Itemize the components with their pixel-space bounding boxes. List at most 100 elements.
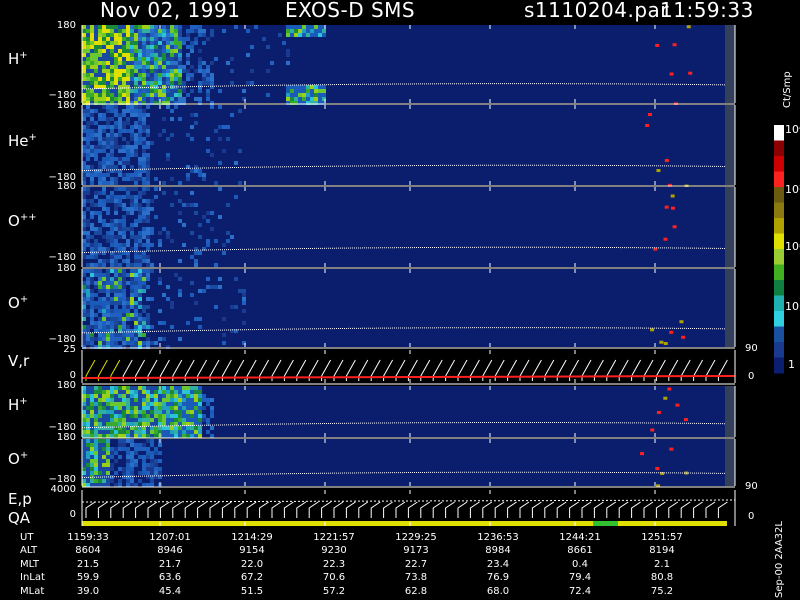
- spectrogram-cell: [94, 325, 98, 329]
- spectrogram-cell: [106, 239, 110, 243]
- spectrogram-cell: [86, 459, 90, 463]
- spectrogram-cell: [86, 277, 90, 281]
- spectrogram-cell: [142, 85, 146, 89]
- spectrogram-cell: [194, 259, 198, 263]
- ephemeris-cell: 21.5: [76, 558, 100, 570]
- spectrogram-cell: [130, 97, 134, 101]
- ytick-vr-top: 25: [63, 344, 76, 355]
- spectrogram-cell: [130, 137, 134, 141]
- spectrogram-cell: [190, 45, 194, 49]
- spectrogram-cell: [134, 281, 138, 285]
- spectrogram-cell: [106, 41, 110, 45]
- spectrogram-cell: [126, 37, 130, 41]
- spectrogram-cell: [134, 451, 138, 455]
- spectrogram-cell: [230, 305, 234, 309]
- spectrogram-cell: [134, 145, 138, 149]
- spectrogram-cell: [98, 325, 102, 329]
- spectrogram-cell: [210, 414, 214, 418]
- spectrogram-cell: [82, 153, 86, 157]
- spectrogram-cell: [130, 263, 134, 267]
- spectrogram-cell: [142, 211, 146, 215]
- spectrogram-cell: [286, 53, 290, 57]
- spectrogram-cell: [86, 137, 90, 141]
- spectrogram-cell: [178, 49, 182, 53]
- spectrogram-cell: [134, 293, 138, 297]
- spectrogram-cell: [138, 243, 142, 247]
- spectrogram-cell: [134, 133, 138, 137]
- spectrogram-cell: [178, 337, 182, 341]
- spectrogram-cell: [98, 430, 102, 434]
- spectrogram-cell: [202, 215, 206, 219]
- spectrogram-cell: [206, 97, 210, 101]
- spectrogram-cell: [90, 121, 94, 125]
- spectrogram-cell: [210, 398, 214, 402]
- spectrogram-cell: [150, 406, 154, 410]
- spectrogram-cell: [182, 243, 186, 247]
- spectrogram-cell: [94, 33, 98, 37]
- ephemeris-cell: 21.7: [158, 558, 182, 570]
- spectrogram-cell: [158, 402, 162, 406]
- spectrogram-cell: [94, 402, 98, 406]
- spectrogram-cell: [126, 97, 130, 101]
- spectrogram-cell: [90, 243, 94, 247]
- spectrogram-cell: [142, 471, 146, 475]
- spectrogram-cell: [94, 57, 98, 61]
- spectrogram-cell: [106, 247, 110, 251]
- spectrogram-cell: [162, 53, 166, 57]
- spectrogram-cell: [138, 177, 142, 181]
- spectrogram-cell: [82, 73, 86, 77]
- spectrogram-cell: [114, 277, 118, 281]
- spectrogram-cell: [238, 149, 242, 153]
- spectrogram-cell: [86, 45, 90, 49]
- spectrogram-cell: [142, 207, 146, 211]
- spectrogram-cell: [134, 333, 138, 337]
- spectrogram-cell: [130, 65, 134, 69]
- spectrogram-cell: [122, 406, 126, 410]
- spectrogram-cell: [126, 386, 130, 390]
- spectrogram-cell: [178, 33, 182, 37]
- spectrogram-cell: [86, 455, 90, 459]
- spectrogram-cell: [98, 125, 102, 129]
- spectrogram-cell: [190, 41, 194, 45]
- spectrogram-cell: [106, 89, 110, 93]
- spectrogram-cell: [90, 309, 94, 313]
- spectrogram-cell: [90, 447, 94, 451]
- spectrogram-cell: [130, 173, 134, 177]
- spectrogram-cell: [186, 386, 190, 390]
- spectrogram-cell: [202, 418, 206, 422]
- colorbar-tick-100: 100: [785, 240, 800, 253]
- spectrogram-cell: [130, 471, 134, 475]
- spectrogram-cell: [90, 215, 94, 219]
- spectrogram-cell: [142, 410, 146, 414]
- spectrogram-cell: [86, 97, 90, 101]
- spectrogram-cell: [150, 414, 154, 418]
- spectrogram-cell: [90, 45, 94, 49]
- spectrogram-cell: [186, 406, 190, 410]
- spectrogram-cell: [142, 305, 146, 309]
- spectrogram-cell: [122, 305, 126, 309]
- spectrogram-cell: [178, 117, 182, 121]
- spectrogram-cell: [106, 223, 110, 227]
- spectrogram-cell: [182, 203, 186, 207]
- spectrogram-cell: [110, 341, 114, 345]
- spectrogram-cell: [286, 93, 290, 97]
- spectrogram-cell: [206, 73, 210, 77]
- spectrogram-cell: [106, 309, 110, 313]
- spectrogram-cell: [206, 69, 210, 73]
- spectrogram-cell: [210, 73, 214, 77]
- spectrogram-cell: [198, 430, 202, 434]
- spectrogram-cell: [142, 243, 146, 247]
- spectrogram-cell: [142, 463, 146, 467]
- spectrogram-cell: [114, 317, 118, 321]
- spectrogram-cell: [142, 483, 146, 487]
- spectrogram-cell: [218, 105, 222, 109]
- spectrogram-cell: [126, 394, 130, 398]
- spectrogram-cell: [94, 211, 98, 215]
- spectrogram-cell: [114, 61, 118, 65]
- spectrogram-cell: [130, 33, 134, 37]
- spectrogram-cell: [90, 305, 94, 309]
- spectrogram-cell: [190, 77, 194, 81]
- spectrogram-cell: [82, 463, 86, 467]
- spectrogram-cell: [162, 414, 166, 418]
- spectrogram-cell: [146, 269, 150, 273]
